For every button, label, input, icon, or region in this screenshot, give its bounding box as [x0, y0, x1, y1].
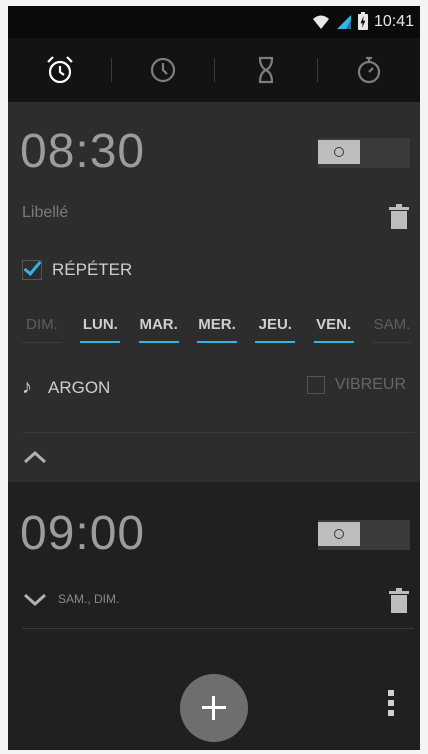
battery-icon — [357, 12, 368, 30]
chevron-down-icon — [23, 593, 47, 607]
expand-button[interactable] — [22, 590, 48, 608]
day-monday[interactable]: LUN. — [80, 316, 121, 343]
signal-icon — [336, 15, 351, 29]
divider — [22, 628, 414, 629]
tab-timer[interactable] — [214, 38, 317, 102]
day-selector: DIM. LUN. MAR. MER. JEU. VEN. SAM. — [22, 316, 412, 343]
tab-alarm[interactable] — [8, 38, 111, 102]
toggle-knob — [318, 522, 360, 546]
day-saturday[interactable]: SAM. — [371, 316, 412, 343]
clock-icon — [150, 57, 175, 83]
status-time: 10:41 — [373, 13, 414, 30]
stopwatch-icon — [357, 56, 380, 84]
alarm-time[interactable]: 08:30 — [20, 124, 145, 179]
repeat-days-summary: SAM., DIM. — [58, 592, 120, 606]
vibrate-label: VIBREUR — [334, 376, 406, 393]
repeat-option[interactable]: RÉPÉTER — [22, 260, 132, 280]
add-alarm-button[interactable] — [180, 674, 248, 742]
tab-stopwatch[interactable] — [317, 38, 420, 102]
divider — [22, 432, 414, 433]
tab-bar — [8, 38, 420, 102]
vibrate-checkbox[interactable] — [306, 376, 325, 394]
day-friday[interactable]: VEN. — [313, 316, 354, 343]
wifi-icon — [312, 15, 329, 29]
collapse-button[interactable] — [22, 448, 48, 466]
label-field[interactable]: Libellé — [22, 204, 68, 222]
alarm-toggle[interactable] — [318, 138, 410, 168]
music-note-icon: ♪ — [22, 376, 32, 398]
day-wednesday[interactable]: MER. — [196, 316, 237, 343]
toggle-knob — [318, 140, 360, 164]
day-sunday[interactable]: DIM. — [22, 316, 62, 343]
ringtone-selector[interactable]: ♪ ARGON — [22, 376, 110, 399]
alarm-toggle[interactable] — [318, 520, 410, 550]
alarm-screen: 10:41 08:30 Libellé RÉPÉTER DIM. LUN. MA… — [8, 6, 420, 750]
menu-dot — [388, 710, 394, 716]
repeat-label: RÉPÉTER — [52, 260, 133, 279]
alarm-clock-icon — [46, 56, 73, 84]
menu-dot — [388, 690, 394, 696]
alarm-card-expanded[interactable]: 08:30 Libellé RÉPÉTER DIM. LUN. MAR. MER… — [8, 102, 420, 482]
menu-dot — [388, 700, 394, 706]
day-tuesday[interactable]: MAR. — [138, 316, 179, 343]
ringtone-label: ARGON — [48, 377, 111, 397]
vibrate-option[interactable]: VIBREUR — [306, 376, 406, 394]
trash-icon[interactable] — [388, 204, 410, 230]
alarm-time[interactable]: 09:00 — [20, 506, 145, 561]
tab-clock[interactable] — [111, 38, 214, 102]
day-thursday[interactable]: JEU. — [255, 316, 296, 343]
overflow-menu-button[interactable] — [388, 690, 394, 720]
repeat-checkbox[interactable] — [22, 260, 42, 280]
hourglass-icon — [258, 56, 273, 84]
status-bar: 10:41 — [8, 6, 420, 38]
chevron-up-icon — [23, 450, 47, 464]
trash-icon[interactable] — [388, 588, 410, 614]
